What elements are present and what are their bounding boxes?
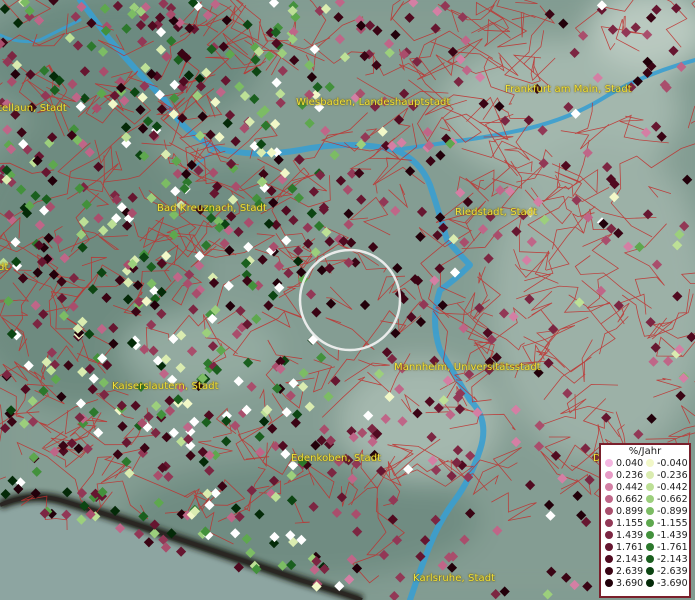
legend-entry-negative: -2.639 [646, 566, 688, 578]
legend-swatch [605, 518, 613, 527]
legend-swatch [605, 470, 613, 479]
legend-row: 1.155 -1.155 [601, 518, 689, 530]
legend-entry-negative: -0.899 [646, 506, 688, 518]
legend-row: 0.662 -0.662 [601, 494, 689, 506]
legend-title: %/Jahr [628, 446, 662, 457]
legend-swatch [605, 554, 613, 563]
legend-swatch [605, 542, 613, 551]
city-label-mannheim[interactable]: Mannheim, Universitätsstadt [394, 362, 541, 373]
legend-value: -2.143 [657, 554, 688, 565]
legend-row: 1.439 -1.439 [601, 530, 689, 542]
legend-row: 0.899 -0.899 [601, 506, 689, 518]
city-label-frankfurt[interactable]: Frankfurt am Main, Stadt [505, 84, 632, 95]
legend-value: -1.439 [657, 530, 688, 541]
legend-value: -0.662 [657, 494, 688, 505]
city-label-kastellaun[interactable]: tellaun, Stadt [0, 103, 67, 114]
city-label-karlsruhe[interactable]: Karlsruhe, Stadt [413, 573, 495, 584]
legend-swatch [646, 482, 654, 491]
legend-value: 0.662 [616, 494, 644, 505]
city-label-edenkoben[interactable]: Edenkoben, Stadt [291, 453, 381, 464]
legend-swatch [605, 530, 613, 539]
legend-swatch [605, 494, 613, 503]
legend-entry-negative: -1.155 [646, 518, 688, 530]
legend-swatch [646, 470, 654, 479]
legend-swatch [646, 458, 654, 467]
legend-entry-negative: -0.442 [646, 482, 688, 494]
city-label-edge-west[interactable]: dt [0, 262, 8, 273]
legend-entry-positive: 0.442 [605, 482, 643, 494]
legend-entry-negative: -1.761 [646, 542, 688, 554]
city-label-bad-kreuznach[interactable]: Bad Kreuznach, Stadt [157, 203, 267, 214]
legend-entry-positive: 2.143 [605, 554, 643, 566]
legend-entry-negative: -0.662 [646, 494, 688, 506]
legend-swatch [646, 578, 654, 587]
legend-entry-positive: 1.761 [605, 542, 643, 554]
legend-swatch [646, 554, 654, 563]
legend-value: -1.761 [657, 542, 688, 553]
legend-row: 2.639 -2.639 [601, 566, 689, 578]
legend-value: -1.155 [657, 518, 688, 529]
legend-value: 3.690 [616, 578, 644, 589]
legend-value: 0.236 [616, 470, 644, 481]
legend-entry-negative: -0.236 [646, 470, 688, 482]
legend-entry-positive: 1.439 [605, 530, 643, 542]
map-view[interactable]: Frankfurt am Main, Stadt Wiesbaden, Land… [0, 0, 695, 600]
legend-value: -0.040 [657, 458, 688, 469]
legend-entry-positive: 1.155 [605, 518, 643, 530]
legend-value: 0.442 [616, 482, 644, 493]
legend-row: 3.690 -3.690 [601, 578, 689, 590]
legend-rows: 0.040 -0.040 0.236 -0.236 0.442 -0.442 0.662 -0… [601, 458, 689, 590]
legend-entry-positive: 0.236 [605, 470, 643, 482]
legend-value: 1.439 [616, 530, 644, 541]
legend-value: 2.143 [616, 554, 644, 565]
legend-entry-negative: -1.439 [646, 530, 688, 542]
legend-value: -0.442 [657, 482, 688, 493]
legend-value: 0.040 [616, 458, 644, 469]
legend-value: -0.899 [657, 506, 688, 517]
legend-entry-negative: -3.690 [646, 578, 688, 590]
legend-swatch [646, 518, 654, 527]
legend-row: 0.040 -0.040 [601, 458, 689, 470]
legend-swatch [646, 494, 654, 503]
legend: %/Jahr 0.040 -0.040 0.236 -0.236 0.442 -0.442… [599, 443, 691, 598]
legend-swatch [646, 566, 654, 575]
city-label-riedstadt[interactable]: Riedstadt, Stadt [455, 207, 537, 218]
city-label-wiesbaden[interactable]: Wiesbaden, Landeshauptstadt [296, 97, 451, 108]
legend-swatch [605, 506, 613, 515]
city-label-kaiserslautern[interactable]: Kaiserslautern, Stadt [112, 381, 219, 392]
legend-entry-positive: 0.899 [605, 506, 643, 518]
legend-swatch [605, 566, 613, 575]
legend-value: 1.155 [616, 518, 644, 529]
legend-value: -3.690 [657, 578, 688, 589]
legend-row: 2.143 -2.143 [601, 554, 689, 566]
legend-swatch [646, 506, 654, 515]
legend-entry-negative: -2.143 [646, 554, 688, 566]
legend-entry-positive: 0.662 [605, 494, 643, 506]
legend-entry-positive: 3.690 [605, 578, 643, 590]
legend-row: 0.442 -0.442 [601, 482, 689, 494]
legend-swatch [605, 578, 613, 587]
legend-entry-negative: -0.040 [646, 458, 688, 470]
legend-swatch [646, 542, 654, 551]
legend-value: 1.761 [616, 542, 644, 553]
legend-swatch [605, 482, 613, 491]
legend-row: 0.236 -0.236 [601, 470, 689, 482]
legend-swatch [646, 530, 654, 539]
legend-value: 0.899 [616, 506, 644, 517]
legend-value: -0.236 [657, 470, 688, 481]
legend-row: 1.761 -1.761 [601, 542, 689, 554]
legend-entry-positive: 2.639 [605, 566, 643, 578]
legend-swatch [605, 458, 613, 467]
legend-value: -2.639 [657, 566, 688, 577]
legend-value: 2.639 [616, 566, 644, 577]
legend-entry-positive: 0.040 [605, 458, 643, 470]
